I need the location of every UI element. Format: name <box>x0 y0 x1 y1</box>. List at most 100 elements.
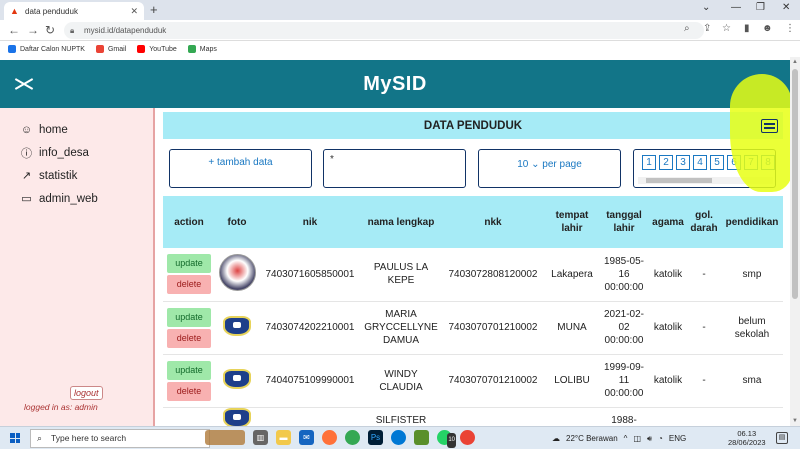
chrome-icon[interactable] <box>345 430 360 445</box>
bookmark-maps[interactable]: Maps <box>187 45 217 53</box>
photoshop-icon[interactable]: Ps <box>368 430 383 445</box>
whatsapp-badge: 10 <box>447 433 456 448</box>
logout-button[interactable]: logout <box>70 386 103 400</box>
nuptk-icon <box>8 45 16 53</box>
edge-icon[interactable] <box>391 430 406 445</box>
update-button[interactable]: update <box>167 360 211 380</box>
volume-icon[interactable]: 🔊︎ <box>647 434 652 444</box>
close-window-icon[interactable]: ✕ <box>782 2 790 13</box>
cell-gol: - <box>687 301 721 355</box>
new-tab-icon[interactable]: + <box>150 2 158 18</box>
restore-icon[interactable]: ❐ <box>756 2 765 13</box>
cell-agama <box>649 407 687 426</box>
taskbar-search-input[interactable]: ⌕ Type here to search <box>30 429 210 448</box>
tab-search-icon[interactable]: ⌄ <box>702 2 710 13</box>
scroll-up-icon[interactable]: ▲ <box>792 59 798 65</box>
yellow-highlight-mark <box>730 74 792 192</box>
search-input[interactable]: * <box>323 149 466 188</box>
profile-avatar-icon[interactable]: ☻ <box>762 23 773 35</box>
tray-chevron-icon[interactable]: ^ <box>624 434 628 443</box>
header-gol: gol. darah <box>687 196 721 248</box>
page-button-3[interactable]: 3 <box>676 155 690 170</box>
chevron-down-icon: ⌄ <box>531 159 540 170</box>
header-agama: agama <box>649 196 687 248</box>
header-tempat: tempat lahir <box>545 196 599 248</box>
zoom-icon[interactable]: ⌕ <box>684 23 690 35</box>
cell-tanggal: 2021-02-02 00:00:00 <box>599 301 649 355</box>
laptop-icon: ▭ <box>21 193 32 205</box>
bookmarks-bar: Daftar Calon NUPTK Gmail YouTube Maps <box>0 41 800 57</box>
cell-gol <box>687 407 721 426</box>
weather-icon[interactable]: ☁ <box>552 434 560 443</box>
section-title: DATA PENDUDUK <box>423 119 523 132</box>
per-page-select[interactable]: 10 ⌄ per page <box>478 149 621 188</box>
whatsapp-icon[interactable]: 10 <box>437 430 456 448</box>
delete-button[interactable]: delete <box>167 275 211 295</box>
sidebar-item-statistik[interactable]: ↗ statistik <box>20 164 98 187</box>
delete-button[interactable]: delete <box>167 328 211 348</box>
bookmark-gmail[interactable]: Gmail <box>95 45 126 53</box>
back-icon[interactable]: ← <box>8 23 20 37</box>
emblem-photo <box>223 315 251 336</box>
page-button-2[interactable]: 2 <box>659 155 673 170</box>
minimize-icon[interactable]: — <box>731 2 741 13</box>
sidebar-item-home[interactable]: ☺ home <box>20 118 98 141</box>
network-icon[interactable]: ◫ <box>633 434 641 443</box>
table-header-row: action foto nik nama lengkap nkk tempat … <box>163 196 783 248</box>
firefox-icon[interactable] <box>322 430 337 445</box>
page-button-5[interactable]: 5 <box>710 155 724 170</box>
add-data-button[interactable]: + tambah data <box>169 149 312 188</box>
cell-nik <box>259 407 361 426</box>
share-icon[interactable]: ⇪ <box>703 23 711 35</box>
wifi-icon[interactable]: ◔ <box>658 434 663 443</box>
address-bar[interactable]: 🔒︎ mysid.id/datapenduduk <box>64 22 704 39</box>
header-nik: nik <box>259 196 361 248</box>
clock[interactable]: 06.13 28/06/2023 <box>728 429 766 447</box>
update-button[interactable]: update <box>167 254 211 274</box>
scroll-down-icon[interactable]: ▼ <box>792 418 798 424</box>
sidebar-item-info-desa[interactable]: ⓘ info_desa <box>20 141 98 164</box>
reload-icon[interactable]: ↻ <box>45 23 55 37</box>
cell-tanggal: 1999-09-11 00:00:00 <box>599 354 649 408</box>
emblem-photo <box>223 407 251 426</box>
cell-nik: 7403074202210001 <box>259 301 361 355</box>
header-tanggal: tanggal lahir <box>599 196 649 248</box>
chrome-active-icon[interactable] <box>460 430 475 445</box>
windows-start-icon[interactable] <box>10 433 20 443</box>
cell-pendidikan: sma <box>721 354 783 408</box>
close-menu-icon[interactable] <box>14 74 34 94</box>
cell-nkk: 7403070701210002 <box>441 354 545 408</box>
cell-tanggal: 1988- <box>599 407 649 426</box>
update-button[interactable]: update <box>167 307 211 327</box>
cell-gol: - <box>687 248 721 302</box>
page-scrollbar[interactable]: ▲ ▼ <box>790 57 800 426</box>
menu-dots-icon[interactable]: ⋮ <box>785 23 795 35</box>
sidebar-icon[interactable]: ▮ <box>744 23 750 35</box>
delete-button[interactable]: delete <box>167 381 211 401</box>
table-row: update delete 7403074202210001 MARIA GRYC… <box>163 301 783 355</box>
cell-nama: WINDY CLAUDIA <box>361 354 441 408</box>
bookmark-star-icon[interactable]: ☆ <box>722 23 731 35</box>
mail-icon[interactable]: ✉ <box>299 430 314 445</box>
language-indicator[interactable]: ENG <box>669 434 686 443</box>
sidebar-item-admin-web[interactable]: ▭ admin_web <box>20 187 98 210</box>
cell-nama: SILFISTER <box>361 407 441 426</box>
app-icon[interactable] <box>414 430 429 445</box>
browser-tab[interactable]: ▲ data penduduk ✕ <box>4 2 144 20</box>
cell-pendidikan: smp <box>721 248 783 302</box>
page-button-1[interactable]: 1 <box>642 155 656 170</box>
lock-icon[interactable]: 🔒︎ <box>70 22 74 39</box>
task-view-icon[interactable]: ▥ <box>253 430 268 445</box>
close-tab-icon[interactable]: ✕ <box>130 6 138 17</box>
bookmark-youtube[interactable]: YouTube <box>137 45 177 53</box>
file-explorer-icon[interactable]: ▬ <box>276 430 291 445</box>
page-button-4[interactable]: 4 <box>693 155 707 170</box>
notification-icon[interactable]: ▤ <box>776 432 788 444</box>
news-widget-icon[interactable] <box>205 430 245 445</box>
mysid-favicon-icon: ▲ <box>10 5 19 16</box>
forward-icon[interactable]: → <box>27 23 39 37</box>
page: MySID ☺ home ⓘ info_desa ↗ statistik ▭ a… <box>0 57 800 426</box>
bookmark-nuptk[interactable]: Daftar Calon NUPTK <box>8 45 85 53</box>
weather-text[interactable]: 22°C Berawan <box>566 434 618 443</box>
database-icon[interactable] <box>761 119 778 133</box>
